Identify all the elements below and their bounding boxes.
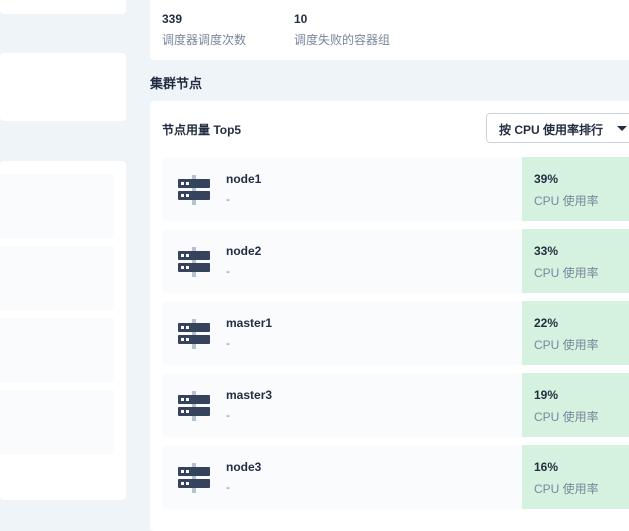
node-name[interactable]: node2 xyxy=(226,244,261,258)
left-card-middle xyxy=(0,53,126,121)
node-subtitle: - xyxy=(226,336,230,350)
node-row[interactable]: node2 - 33% CPU 使用率 xyxy=(162,229,629,293)
server-icon xyxy=(178,463,210,493)
stat-label: 调度器调度次数 xyxy=(162,33,247,47)
card-title: 节点用量 Top5 xyxy=(162,123,242,137)
left-card-top xyxy=(0,0,126,14)
metric-label: CPU 使用率 xyxy=(534,410,599,424)
cluster-nodes-card: 节点用量 Top5 按 CPU 使用率排行 node1 - 39% CPU 使用… xyxy=(150,101,629,531)
list-item[interactable] xyxy=(0,390,114,454)
section-title: 集群节点 xyxy=(150,76,203,91)
node-row[interactable]: node1 - 39% CPU 使用率 xyxy=(162,157,629,221)
node-subtitle: - xyxy=(226,264,230,278)
metric-value: 33% xyxy=(534,244,559,258)
server-icon xyxy=(178,247,210,277)
stat-label: 调度失败的容器组 xyxy=(294,33,391,47)
metric-label: CPU 使用率 xyxy=(534,266,599,280)
node-metric: 22% CPU 使用率 xyxy=(522,301,629,365)
node-name[interactable]: node1 xyxy=(226,172,261,186)
stat-value: 10 xyxy=(294,12,308,26)
node-metric: 33% CPU 使用率 xyxy=(522,229,629,293)
metric-label: CPU 使用率 xyxy=(534,338,599,352)
scheduler-stats-card: 339 调度器调度次数 10 调度失败的容器组 xyxy=(150,0,629,60)
server-icon xyxy=(178,319,210,349)
node-name[interactable]: node3 xyxy=(226,460,261,474)
node-row[interactable]: node3 - 16% CPU 使用率 xyxy=(162,445,629,509)
metric-value: 22% xyxy=(534,316,559,330)
list-item[interactable] xyxy=(0,174,114,238)
node-metric: 16% CPU 使用率 xyxy=(522,445,629,509)
node-row[interactable]: master1 - 22% CPU 使用率 xyxy=(162,301,629,365)
metric-value: 19% xyxy=(534,388,559,402)
node-metric: 19% CPU 使用率 xyxy=(522,373,629,437)
left-card-list xyxy=(0,161,126,500)
stat-value: 339 xyxy=(162,12,183,26)
node-name[interactable]: master3 xyxy=(226,388,272,402)
metric-label: CPU 使用率 xyxy=(534,482,599,496)
node-name[interactable]: master1 xyxy=(226,316,272,330)
node-subtitle: - xyxy=(226,408,230,422)
sort-select-value: 按 CPU 使用率排行 xyxy=(499,123,604,137)
sort-select[interactable]: 按 CPU 使用率排行 xyxy=(486,113,629,143)
node-subtitle: - xyxy=(226,480,230,494)
metric-label: CPU 使用率 xyxy=(534,194,599,208)
list-item[interactable] xyxy=(0,246,114,310)
metric-value: 39% xyxy=(534,172,559,186)
caret-down-icon xyxy=(617,126,627,131)
server-icon xyxy=(178,391,210,421)
node-row[interactable]: master3 - 19% CPU 使用率 xyxy=(162,373,629,437)
node-metric: 39% CPU 使用率 xyxy=(522,157,629,221)
node-subtitle: - xyxy=(226,192,230,206)
server-icon xyxy=(178,175,210,205)
metric-value: 16% xyxy=(534,460,559,474)
list-item[interactable] xyxy=(0,318,114,382)
